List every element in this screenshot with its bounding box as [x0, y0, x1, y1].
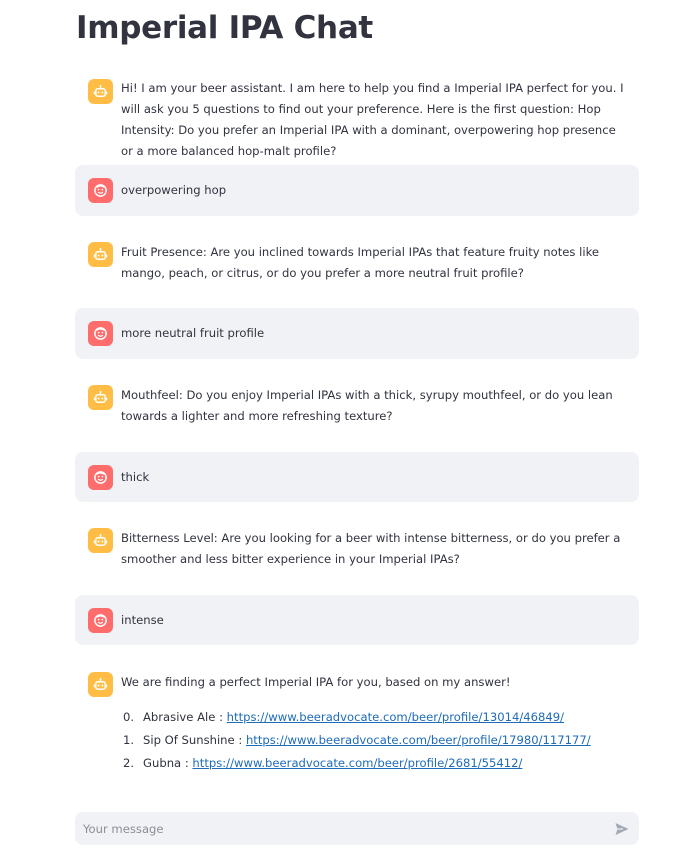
robot-icon [93, 533, 108, 546]
chat-message-user: overpowering hop [75, 165, 639, 216]
message-text: Fruit Presence: Are you inclined towards… [121, 245, 600, 280]
assistant-avatar [88, 242, 113, 267]
chat-message-assistant: Fruit Presence: Are you inclined towards… [75, 238, 639, 290]
robot-icon [93, 247, 108, 260]
chat-message-user: more neutral fruit profile [75, 308, 639, 359]
recommendation-list: 0. Abrasive Ale : https://www.beeradvoca… [121, 706, 625, 775]
message-text: Bitterness Level: Are you looking for a … [121, 531, 621, 566]
message-text: Hi! I am your beer assistant. I am here … [121, 81, 624, 158]
page-title: Imperial IPA Chat [76, 10, 373, 46]
message-text: more neutral fruit profile [121, 326, 265, 340]
robot-icon [93, 677, 108, 690]
beer-name: Sip Of Sunshine : [143, 733, 246, 747]
recommendation-number: 1. [123, 733, 135, 747]
send-arrow-icon [615, 823, 629, 835]
assistant-avatar [88, 79, 113, 104]
recommendation-number: 2. [123, 756, 135, 770]
chat-message-assistant: Bitterness Level: Are you looking for a … [75, 524, 639, 576]
recommendation-item: 0. Abrasive Ale : https://www.beeradvoca… [121, 706, 625, 729]
assistant-avatar [88, 385, 113, 410]
assistant-avatar [88, 528, 113, 553]
chat-message-assistant: Hi! I am your beer assistant. I am here … [75, 74, 639, 158]
beer-name: Abrasive Ale : [143, 710, 227, 724]
chat-input-container [75, 812, 639, 845]
send-button[interactable] [613, 820, 631, 838]
user-avatar [88, 178, 113, 203]
recommendation-number: 0. [123, 710, 135, 724]
beer-profile-link[interactable]: https://www.beeradvocate.com/beer/profil… [227, 710, 564, 724]
assistant-avatar [88, 672, 113, 697]
message-text: overpowering hop [121, 183, 227, 197]
message-text: Mouthfeel: Do you enjoy Imperial IPAs wi… [121, 388, 613, 423]
smiley-face-icon [94, 327, 107, 340]
chat-message-input[interactable] [75, 812, 595, 845]
smiley-face-icon [94, 614, 107, 627]
message-text: thick [121, 470, 150, 484]
chat-message-assistant: We are finding a perfect Imperial IPA fo… [75, 667, 639, 777]
chat-message-assistant: Mouthfeel: Do you enjoy Imperial IPAs wi… [75, 381, 639, 433]
robot-icon [93, 84, 108, 97]
recommendation-item: 1. Sip Of Sunshine : https://www.beeradv… [121, 729, 625, 752]
beer-profile-link[interactable]: https://www.beeradvocate.com/beer/profil… [192, 756, 522, 770]
recommendation-item: 2. Gubna : https://www.beeradvocate.com/… [121, 752, 625, 775]
chat-message-user: intense [75, 595, 639, 645]
smiley-face-icon [94, 184, 107, 197]
chat-message-user: thick [75, 452, 639, 502]
message-text: We are finding a perfect Imperial IPA fo… [121, 675, 511, 689]
user-avatar [88, 608, 113, 633]
chat-page: Imperial IPA Chat Hi! I am your beer ass… [0, 0, 700, 863]
beer-profile-link[interactable]: https://www.beeradvocate.com/beer/profil… [246, 733, 591, 747]
robot-icon [93, 390, 108, 403]
user-avatar [88, 465, 113, 490]
message-text: intense [121, 613, 164, 627]
smiley-face-icon [94, 471, 107, 484]
beer-name: Gubna : [143, 756, 193, 770]
user-avatar [88, 321, 113, 346]
